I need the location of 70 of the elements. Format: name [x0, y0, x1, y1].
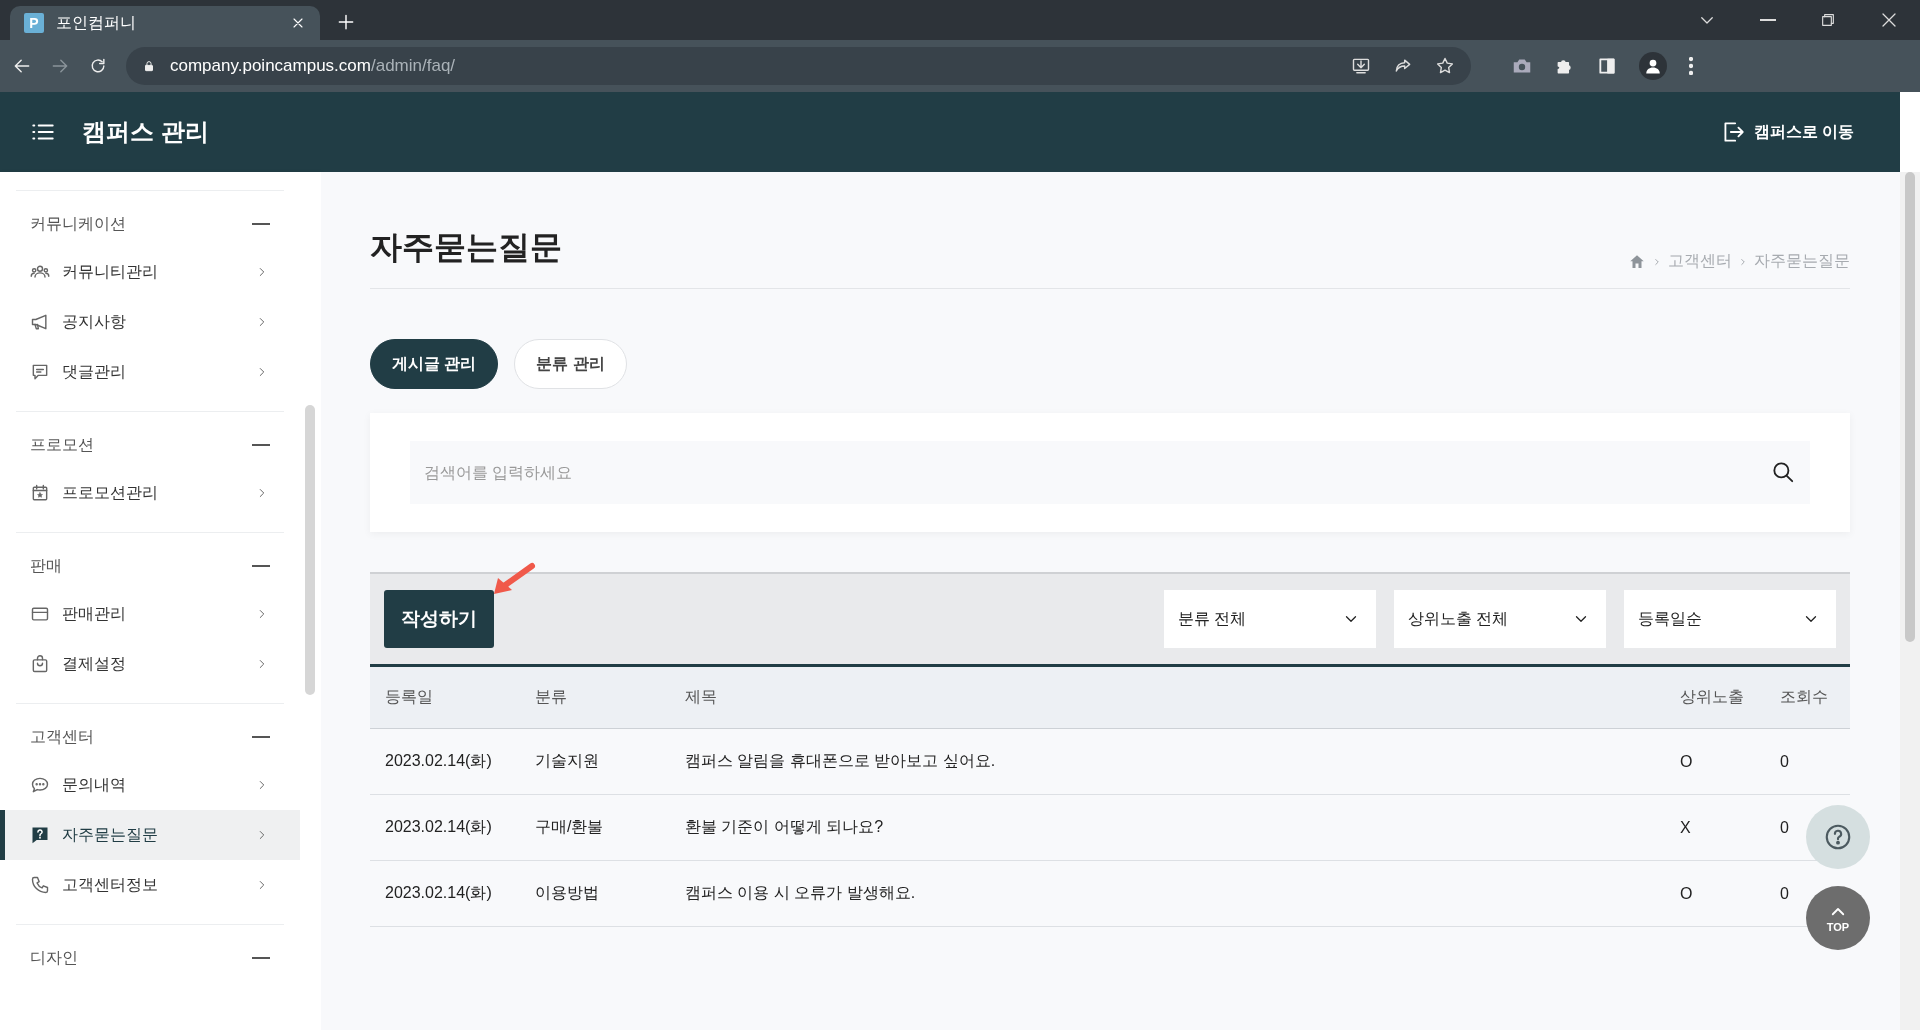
chevron-right-icon [1738, 256, 1748, 267]
table-cell: 캠퍼스 이용 시 오류가 발생해요. [670, 860, 1665, 927]
sidebar-section-title: 고객센터 [30, 726, 94, 747]
sidebar-item[interactable]: 커뮤니티관리 [0, 247, 321, 297]
write-button[interactable]: 작성하기 [384, 590, 494, 648]
sidebar-item[interactable]: 문의내역 [0, 760, 321, 810]
sidebar-item[interactable]: 프로모션관리 [0, 468, 321, 518]
sidebar-section-title: 커뮤니케이션 [30, 213, 126, 234]
sidebar-item[interactable]: 결제설정 [0, 639, 321, 689]
tab-title: 포인컴퍼니 [56, 12, 137, 33]
sidebar-section-title: 프로모션 [30, 434, 94, 455]
table-cell: 캠퍼스 알림을 휴대폰으로 받아보고 싶어요. [670, 728, 1665, 795]
sidebar-item[interactable]: 공지사항 [0, 297, 321, 347]
table-cell: 기술지원 [520, 728, 670, 795]
comment-icon [30, 362, 50, 382]
question-icon [30, 825, 50, 845]
filter-dropdown[interactable]: 분류 전체 [1164, 590, 1376, 648]
page-title: 자주묻는질문 [370, 228, 562, 267]
sidebar-item[interactable]: 고객센터정보 [0, 860, 321, 910]
new-tab-icon [336, 12, 356, 32]
profile-icon[interactable] [1639, 52, 1667, 80]
star-icon [1435, 56, 1455, 76]
tab[interactable]: 게시글 관리 [370, 339, 499, 389]
table-cell: 2023.02.14(화) [370, 794, 520, 861]
filter-dropdown[interactable]: 상위노출 전체 [1394, 590, 1606, 648]
browser-tab[interactable]: P 포인컴퍼니 [10, 6, 320, 40]
search-field[interactable]: 검색어를 입력하세요 [410, 441, 1810, 504]
restore-icon [1820, 12, 1836, 28]
megaphone-icon [30, 312, 50, 332]
install-icon [1351, 56, 1371, 76]
sidebar-item[interactable]: 판매관리 [0, 589, 321, 639]
table-cell: 2023.02.14(화) [370, 860, 520, 927]
tab[interactable]: 분류 관리 [514, 339, 627, 389]
table-cell: O [1665, 860, 1765, 927]
side-panel-icon [1597, 56, 1617, 76]
column-header[interactable]: 제목 [670, 667, 1665, 729]
sidebar-section-title: 판매 [30, 555, 62, 576]
scrollbar[interactable] [1905, 172, 1915, 642]
table-cell: 이용방법 [520, 860, 670, 927]
column-header[interactable]: 분류 [520, 667, 670, 729]
sidebar-item[interactable]: 자주묻는질문 [0, 810, 300, 860]
calendar-icon [30, 483, 50, 503]
column-header[interactable]: 등록일 [370, 667, 520, 729]
lock-icon [142, 59, 156, 73]
column-header[interactable]: 상위노출 [1665, 667, 1765, 729]
table-cell: O [1665, 728, 1765, 795]
table-cell: X [1665, 794, 1765, 861]
table-cell: 2023.02.14(화) [370, 728, 520, 795]
sidebar-section-title: 디자인 [30, 947, 78, 968]
more-icon [1689, 57, 1693, 75]
search-icon [1770, 459, 1796, 485]
go-to-campus-button[interactable]: 캠퍼스로 이동 [1713, 118, 1860, 146]
filter-dropdown[interactable]: 등록일순 [1624, 590, 1836, 648]
close-icon [1880, 11, 1898, 29]
favicon: P [24, 13, 44, 33]
sidebar-item[interactable]: 댓글관리 [0, 347, 321, 397]
minimize-icon[interactable] [1760, 19, 1776, 21]
bag-icon [30, 654, 50, 674]
app-title: 캠퍼스 관리 [82, 117, 210, 147]
table-cell: 구매/환불 [520, 794, 670, 861]
table-cell: 0 [1765, 728, 1850, 795]
chevron-right-icon [1652, 256, 1662, 267]
help-icon [1823, 822, 1853, 852]
scrollbar[interactable] [305, 405, 315, 695]
column-header[interactable]: 조회수 [1765, 667, 1850, 729]
phone-icon [30, 875, 50, 895]
chat-icon [30, 775, 50, 795]
table-cell: 환불 기준이 어떻게 되나요? [670, 794, 1665, 861]
scroll-top-button[interactable]: TOP [1806, 886, 1870, 950]
card-icon [30, 604, 50, 624]
